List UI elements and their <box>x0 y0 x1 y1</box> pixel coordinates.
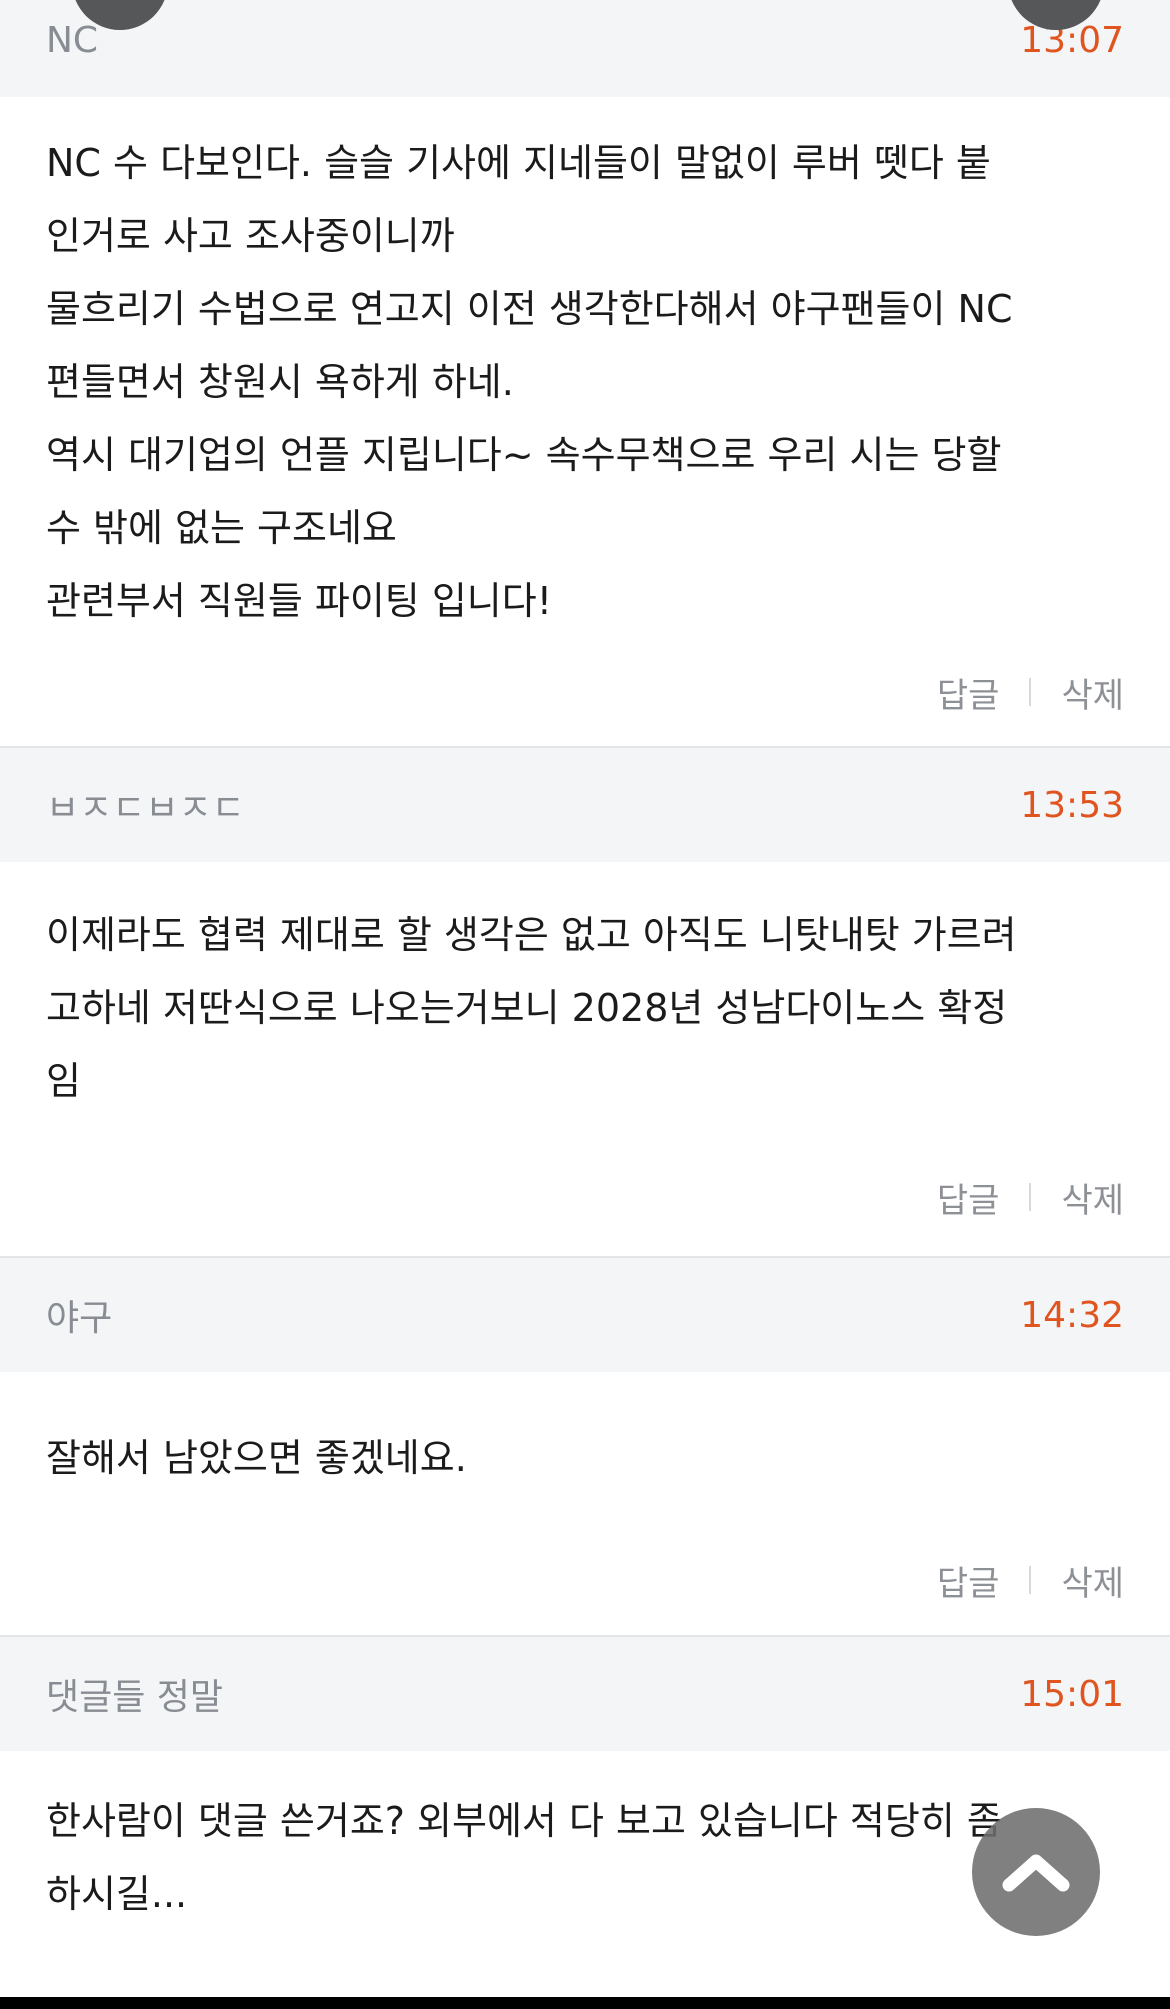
comment-author: NC <box>46 20 99 61</box>
scroll-top-button[interactable] <box>972 1808 1100 1936</box>
reply-button[interactable]: 답글 <box>937 1173 1000 1222</box>
reply-button[interactable]: 답글 <box>937 1556 1000 1605</box>
comment-author: ㅂㅈㄷㅂㅈㄷ <box>46 788 245 829</box>
comment-header: NC 13:07 <box>0 0 1170 97</box>
comment-text: NC 수 다보인다. 슬슬 기사에 지네들이 말없이 루버 뗏다 붙 인거로 사… <box>46 141 1013 623</box>
comment-header: ㅂㅈㄷㅂㅈㄷ 13:53 <box>0 748 1170 862</box>
comment-time: 14:32 <box>1020 1294 1124 1336</box>
comment-text: 잘해서 남았으면 좋겠네요. <box>46 1436 467 1480</box>
action-divider <box>1029 678 1032 706</box>
comment-item: ㅂㅈㄷㅂㅈㄷ 13:53 이제라도 협력 제대로 할 생각은 없고 아직도 니탓… <box>0 748 1170 1258</box>
comment-time: 15:01 <box>1020 1673 1124 1715</box>
bottom-bar <box>0 1997 1170 2009</box>
comment-header: 댓글들 정말 15:01 <box>0 1637 1170 1751</box>
comment-header: 야구 14:32 <box>0 1258 1170 1372</box>
action-divider <box>1029 1183 1032 1211</box>
comment-author: 야구 <box>46 1298 113 1339</box>
comment-actions: 답글 삭제 <box>0 638 1170 748</box>
comment-item: 야구 14:32 잘해서 남았으면 좋겠네요. 답글 삭제 <box>0 1258 1170 1637</box>
delete-button[interactable]: 삭제 <box>1061 1173 1124 1222</box>
comment-time: 13:53 <box>1020 784 1124 826</box>
comment-actions: 답글 삭제 <box>0 1495 1170 1637</box>
chevron-up-icon <box>1002 1854 1070 1892</box>
delete-button[interactable]: 삭제 <box>1061 668 1124 717</box>
action-divider <box>1029 1566 1032 1594</box>
delete-button[interactable]: 삭제 <box>1061 1556 1124 1605</box>
comment-item: NC 13:07 NC 수 다보인다. 슬슬 기사에 지네들이 말없이 루버 뗏… <box>0 0 1170 748</box>
reply-button[interactable]: 답글 <box>937 668 1000 717</box>
comment-actions: 답글 삭제 <box>0 1118 1170 1258</box>
comment-text: 이제라도 협력 제대로 할 생각은 없고 아직도 니탓내탓 가르려 고하네 저딴… <box>46 913 1017 1103</box>
comment-author: 댓글들 정말 <box>46 1677 224 1718</box>
